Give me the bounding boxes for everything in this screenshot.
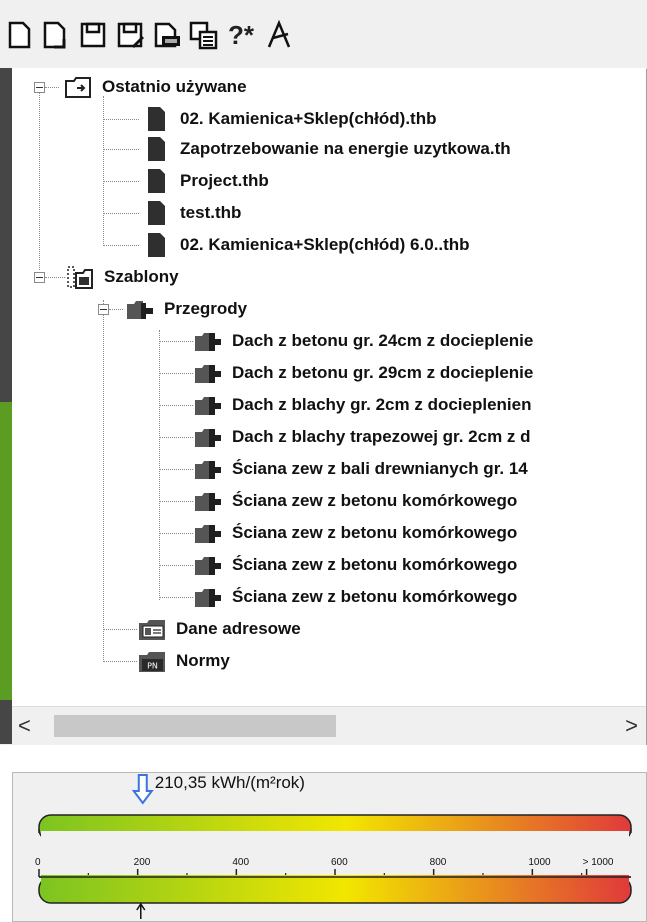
gauge-tick-label: 0 bbox=[35, 857, 41, 868]
open-file-icon[interactable] bbox=[38, 18, 72, 52]
tree-node-recent[interactable]: Ostatnio używane bbox=[64, 72, 247, 102]
file-icon bbox=[148, 201, 165, 225]
value-marker-arrow bbox=[131, 774, 154, 805]
save-as-icon[interactable] bbox=[114, 18, 148, 52]
file-icon bbox=[148, 233, 165, 257]
tree-item-partition[interactable]: Dach z blachy trapezowej gr. 2cm z d bbox=[194, 422, 531, 452]
tree-node-address[interactable]: Dane adresowe bbox=[138, 614, 301, 644]
partition-icon bbox=[195, 461, 221, 479]
folder-partition-icon bbox=[127, 301, 153, 319]
partition-icon bbox=[195, 429, 221, 447]
file-tree: Ostatnio używane 02. Kamienica+Sklep(chł… bbox=[12, 68, 646, 706]
tree-item-recent-file[interactable]: Zapotrzebowanie na energie uzytkowa.th bbox=[142, 134, 511, 164]
collapse-toggle[interactable] bbox=[34, 272, 45, 283]
file-panel: ?* Ostatnio używane 02. Kamienica+Sklep(… bbox=[0, 0, 647, 745]
tree-item-recent-file[interactable]: test.thb bbox=[142, 198, 241, 228]
value-marker-arrow-shape bbox=[131, 774, 154, 805]
norms-badge: PN bbox=[147, 662, 158, 671]
partition-icon bbox=[195, 493, 221, 511]
tree-node-partitions[interactable]: Przegrody bbox=[126, 294, 247, 324]
gauge-tick-label: 200 bbox=[133, 857, 151, 868]
tree-node-norms[interactable]: PN Normy bbox=[138, 646, 230, 676]
save-icon[interactable] bbox=[76, 18, 110, 52]
tree-item-partition[interactable]: Ściana zew z betonu komórkowego bbox=[194, 550, 517, 580]
folder-recent-icon bbox=[65, 77, 91, 98]
gauge-value-label: 210,35 kWh/(m²rok) bbox=[154, 773, 305, 792]
tree-item-recent-file[interactable]: Project.thb bbox=[142, 166, 269, 196]
new-file-icon[interactable] bbox=[2, 18, 36, 52]
folder-norms-icon: PN bbox=[139, 652, 165, 672]
tree-item-partition[interactable]: Ściana zew z bali drewnianych gr. 14 bbox=[194, 454, 528, 484]
toolbar: ?* bbox=[0, 0, 647, 69]
properties-icon[interactable] bbox=[186, 18, 220, 52]
scroll-left-button[interactable]: < bbox=[18, 713, 31, 739]
partition-icon bbox=[195, 589, 221, 607]
tree-item-recent-file[interactable]: 02. Kamienica+Sklep(chłód).thb bbox=[142, 104, 437, 134]
tree-item-partition[interactable]: Ściana zew z betonu komórkowego bbox=[194, 486, 517, 516]
tree-item-partition[interactable]: Ściana zew z betonu komórkowego bbox=[194, 582, 517, 612]
file-icon bbox=[148, 107, 165, 131]
partition-icon bbox=[195, 525, 221, 543]
gauge-tick-label: > 1000 bbox=[582, 857, 614, 868]
partition-icon bbox=[195, 397, 221, 415]
tree-item-partition[interactable]: Ściana zew z betonu komórkowego bbox=[194, 518, 517, 548]
tree-item-recent-file[interactable]: 02. Kamienica+Sklep(chłód) 6.0..thb bbox=[142, 230, 470, 260]
help-icon[interactable]: ?* bbox=[224, 18, 258, 52]
partition-icon bbox=[195, 365, 221, 383]
gauge-tick-label: 1000 bbox=[528, 857, 551, 868]
scroll-right-button[interactable]: > bbox=[625, 713, 638, 739]
scroll-thumb[interactable] bbox=[54, 715, 336, 737]
tree-item-partition[interactable]: Dach z betonu gr. 24cm z docieplenie bbox=[194, 326, 533, 356]
gauge-tick-label: 400 bbox=[232, 857, 250, 868]
partition-icon bbox=[195, 557, 221, 575]
collapse-toggle[interactable] bbox=[34, 82, 45, 93]
compass-icon[interactable] bbox=[262, 18, 296, 52]
gauge-tick-label: 600 bbox=[331, 857, 348, 868]
file-icon bbox=[148, 169, 165, 193]
collapse-toggle[interactable] bbox=[98, 304, 109, 315]
value-pointer-arrow bbox=[136, 902, 146, 919]
folder-address-icon bbox=[139, 620, 165, 640]
energy-gauge: 0 200 400 600 800 1000 > 1000 210,35 kWh/(m²ro… bbox=[12, 772, 647, 922]
tree-item-partition[interactable]: Dach z betonu gr. 29cm z docieplenie bbox=[194, 358, 533, 388]
gauge-tick-label: 800 bbox=[429, 857, 447, 868]
file-icon bbox=[148, 137, 165, 161]
tree-item-partition[interactable]: Dach z blachy gr. 2cm z docieplenien bbox=[194, 390, 531, 420]
templates-icon bbox=[67, 266, 93, 289]
horizontal-scrollbar[interactable]: < > bbox=[12, 706, 646, 745]
export-icon[interactable] bbox=[150, 18, 184, 52]
tree-node-templates[interactable]: Szablony bbox=[66, 262, 179, 292]
partition-icon bbox=[195, 333, 221, 351]
gauge-graphic bbox=[38, 774, 632, 919]
